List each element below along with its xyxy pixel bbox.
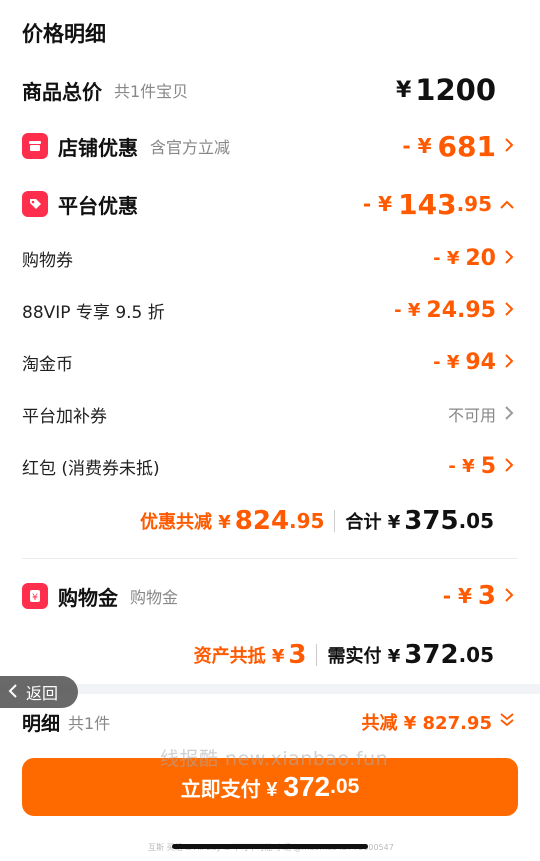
shopping-gold-row[interactable]: ¥ 购物金 购物金 - ¥ 3 xyxy=(0,578,540,614)
back-label: 返回 xyxy=(26,684,59,703)
item-amount: 94 xyxy=(465,349,496,375)
item-label: 淘金币 xyxy=(22,354,73,375)
item-label: 购物券 xyxy=(22,250,73,271)
chevron-right-icon xyxy=(504,457,514,476)
shop-discount-row[interactable]: 店铺优惠 含官方立减 - ¥ 681 xyxy=(0,128,540,164)
total-price-label: 商品总价 xyxy=(22,79,102,104)
tag-icon xyxy=(22,191,48,217)
platform-discount-amount-int: 143 xyxy=(398,187,457,221)
chevron-right-icon xyxy=(504,301,514,320)
chevron-right-icon xyxy=(504,405,514,424)
platform-discount-amount-dec: .95 xyxy=(456,192,492,216)
need-pay-dec: .05 xyxy=(458,643,494,667)
watermark: 线报酷 new.xianbao.fun xyxy=(160,748,389,770)
shop-discount-amount: 681 xyxy=(437,129,496,163)
need-pay-int: 372 xyxy=(404,640,459,670)
discount-total-int: 824 xyxy=(234,506,290,536)
discount-total-label: 优惠共减 ¥ xyxy=(139,512,231,533)
item-label: 88VIP 专享 9.5 折 xyxy=(22,302,165,323)
detail-label: 明细 xyxy=(22,712,61,735)
need-pay-label: 需实付 ¥ xyxy=(327,646,401,667)
item-amount: 24.95 xyxy=(426,297,496,323)
item-label: 平台加补券 xyxy=(22,406,107,427)
chevron-left-icon xyxy=(8,683,18,702)
svg-text:¥: ¥ xyxy=(32,593,38,603)
shop-discount-label: 店铺优惠 xyxy=(58,135,138,160)
chevron-right-icon xyxy=(504,587,514,606)
item-prefix: - ¥ xyxy=(394,299,421,321)
section-separator xyxy=(0,684,540,694)
wallet-icon: ¥ xyxy=(22,583,48,609)
item-amount: 20 xyxy=(465,245,496,271)
pay-button-int: 372 xyxy=(283,771,331,802)
asset-summary-row: 资产共抵 ¥ 3 需实付 ¥ 372 .05 xyxy=(0,636,540,674)
total-price-row: 商品总价 共1件宝贝 ¥ 1200 xyxy=(0,72,540,108)
platform-discount-row[interactable]: 平台优惠 - ¥ 143 .95 xyxy=(0,186,540,222)
divider xyxy=(316,644,318,666)
chevron-right-icon xyxy=(504,137,514,156)
total-currency: ¥ xyxy=(395,77,412,103)
subtotal-dec: .05 xyxy=(458,509,494,533)
detail-count: 共1件 xyxy=(68,714,111,733)
pay-button-dec: .05 xyxy=(330,775,360,798)
asset-offset-amount: 3 xyxy=(288,640,307,670)
platform-discount-prefix: - ¥ xyxy=(362,192,393,216)
detail-reduce: 共减 ¥ 827.95 xyxy=(361,713,492,734)
item-label: 红包 (消费券未抵) xyxy=(22,458,160,479)
item-amount: 5 xyxy=(480,453,496,479)
subtotal-label: 合计 ¥ xyxy=(345,512,401,533)
shopping-gold-prefix: - ¥ xyxy=(442,584,472,608)
shop-icon xyxy=(22,133,48,159)
platform-discount-label: 平台优惠 xyxy=(58,193,138,218)
item-prefix: - ¥ xyxy=(448,455,475,477)
item-prefix: - ¥ xyxy=(433,247,460,269)
detail-row[interactable]: 明细 共1件 共减 ¥ 827.95 xyxy=(0,704,540,740)
item-prefix: - ¥ xyxy=(433,351,460,373)
list-item[interactable]: 红包 (消费券未抵) - ¥ 5 xyxy=(0,450,540,482)
asset-offset-label: 资产共抵 ¥ xyxy=(193,646,285,667)
shop-discount-prefix: - ¥ xyxy=(402,134,432,158)
item-value: 不可用 xyxy=(447,406,496,425)
list-item[interactable]: 购物券 - ¥ 20 xyxy=(0,242,540,274)
subtotal-int: 375 xyxy=(404,506,459,536)
chevron-right-icon xyxy=(504,249,514,268)
page-title: 价格明细 xyxy=(22,22,106,46)
discount-total-dec: .95 xyxy=(289,509,325,533)
shopping-gold-sub: 购物金 xyxy=(130,588,179,607)
shop-discount-sub: 含官方立减 xyxy=(150,138,231,157)
total-price-count: 共1件宝贝 xyxy=(114,82,189,101)
list-item[interactable]: 平台加补券 不可用 xyxy=(0,398,540,430)
double-chevron-down-icon[interactable] xyxy=(500,712,514,732)
home-indicator xyxy=(172,844,368,849)
divider xyxy=(22,558,518,559)
shopping-gold-label: 购物金 xyxy=(58,585,118,610)
chevron-right-icon xyxy=(504,353,514,372)
discount-summary-row: 优惠共减 ¥ 824 .95 合计 ¥ 375 .05 xyxy=(0,502,540,540)
total-amount: 1200 xyxy=(415,73,496,107)
shopping-gold-amount: 3 xyxy=(477,581,496,611)
list-item[interactable]: 淘金币 - ¥ 94 xyxy=(0,346,540,378)
chevron-up-icon[interactable] xyxy=(500,195,514,214)
divider xyxy=(334,510,336,532)
list-item[interactable]: 88VIP 专享 9.5 折 - ¥ 24.95 xyxy=(0,294,540,326)
pay-button-label: 立即支付 ¥ xyxy=(180,778,278,801)
